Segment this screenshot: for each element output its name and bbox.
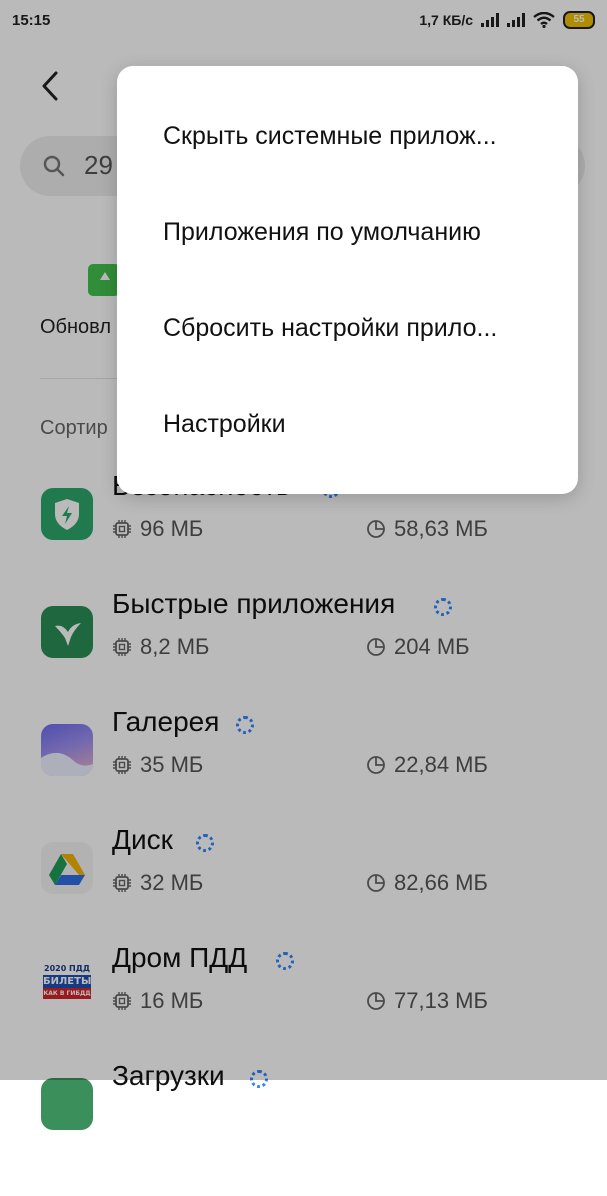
downloads-icon — [41, 1078, 93, 1130]
menu-item-hide-system-apps[interactable]: Скрыть системные прилож... — [163, 88, 563, 184]
list-item-downloads[interactable]: Загрузки — [0, 1060, 607, 1196]
menu-item-settings[interactable]: Настройки — [163, 376, 563, 472]
menu-item-default-apps[interactable]: Приложения по умолчанию — [163, 184, 563, 280]
menu-item-reset-app-settings[interactable]: Сбросить настройки прило... — [163, 280, 563, 376]
overflow-menu: Скрыть системные прилож... Приложения по… — [117, 66, 578, 494]
